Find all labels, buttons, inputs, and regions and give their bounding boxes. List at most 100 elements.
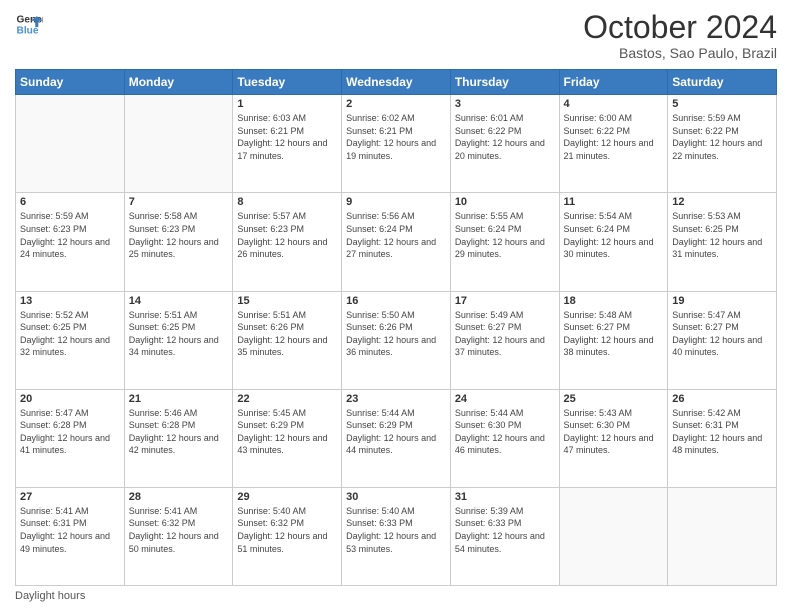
day-info: Sunrise: 6:03 AM Sunset: 6:21 PM Dayligh… (237, 112, 337, 162)
day-number: 3 (455, 98, 555, 110)
day-number: 6 (20, 196, 120, 208)
footer-note: Daylight hours (15, 590, 777, 602)
day-info: Sunrise: 6:02 AM Sunset: 6:21 PM Dayligh… (346, 112, 446, 162)
day-info: Sunrise: 5:50 AM Sunset: 6:26 PM Dayligh… (346, 309, 446, 359)
week-row-1: 1Sunrise: 6:03 AM Sunset: 6:21 PM Daylig… (16, 95, 777, 193)
day-number: 31 (455, 491, 555, 503)
calendar-cell: 15Sunrise: 5:51 AM Sunset: 6:26 PM Dayli… (233, 291, 342, 389)
day-info: Sunrise: 6:01 AM Sunset: 6:22 PM Dayligh… (455, 112, 555, 162)
day-info: Sunrise: 5:41 AM Sunset: 6:32 PM Dayligh… (129, 505, 229, 555)
calendar-cell: 21 Sunrise: 5:46 AM Sunset: 6:28 PM Dayli… (124, 389, 233, 487)
calendar-cell: 24Sunrise: 5:44 AM Sunset: 6:30 PM Dayli… (450, 389, 559, 487)
day-number: 14 (129, 295, 229, 307)
calendar-cell: 6 Sunrise: 5:59 AM Sunset: 6:23 PM Daylig… (16, 193, 125, 291)
day-info: Sunrise: 5:42 AM Sunset: 6:31 PM Dayligh… (672, 407, 772, 457)
calendar-cell: 31 Sunrise: 5:39 AM Sunset: 6:33 PM Dayli… (450, 487, 559, 585)
calendar-cell: 1Sunrise: 6:03 AM Sunset: 6:21 PM Daylig… (233, 95, 342, 193)
day-info: Sunrise: 5:47 AM Sunset: 6:28 PM Dayligh… (20, 407, 120, 457)
day-info: Sunrise: 5:45 AM Sunset: 6:29 PM Dayligh… (237, 407, 337, 457)
day-number: 4 (564, 98, 664, 110)
page: General Blue October 2024 Bastos, Sao Pa… (0, 0, 792, 612)
day-number: 23 (346, 393, 446, 405)
day-info: Sunrise: 6:00 AM Sunset: 6:22 PM Dayligh… (564, 112, 664, 162)
calendar-cell (124, 95, 233, 193)
week-row-5: 27Sunrise: 5:41 AM Sunset: 6:31 PM Dayli… (16, 487, 777, 585)
calendar-table: Sunday Monday Tuesday Wednesday Thursday… (15, 69, 777, 586)
header-saturday: Saturday (668, 70, 777, 95)
day-info: Sunrise: 5:40 AM Sunset: 6:32 PM Dayligh… (237, 505, 337, 555)
calendar-cell: 14 Sunrise: 5:51 AM Sunset: 6:25 PM Dayli… (124, 291, 233, 389)
day-info: Sunrise: 5:41 AM Sunset: 6:31 PM Dayligh… (20, 505, 120, 555)
day-info: Sunrise: 5:52 AM Sunset: 6:25 PM Dayligh… (20, 309, 120, 359)
day-number: 12 (672, 196, 772, 208)
calendar-cell: 30 Sunrise: 5:40 AM Sunset: 6:33 PM Dayli… (342, 487, 451, 585)
header-wednesday: Wednesday (342, 70, 451, 95)
day-info: Sunrise: 5:51 AM Sunset: 6:25 PM Dayligh… (129, 309, 229, 359)
calendar-cell: 17Sunrise: 5:49 AM Sunset: 6:27 PM Dayli… (450, 291, 559, 389)
calendar-cell: 13Sunrise: 5:52 AM Sunset: 6:25 PM Dayli… (16, 291, 125, 389)
day-info: Sunrise: 5:48 AM Sunset: 6:27 PM Dayligh… (564, 309, 664, 359)
calendar-cell: 12Sunrise: 5:53 AM Sunset: 6:25 PM Dayli… (668, 193, 777, 291)
calendar-cell (559, 487, 668, 585)
location: Bastos, Sao Paulo, Brazil (583, 45, 777, 61)
calendar-cell: 8 Sunrise: 5:57 AM Sunset: 6:23 PM Daylig… (233, 193, 342, 291)
logo: General Blue (15, 10, 43, 38)
calendar-cell: 7 Sunrise: 5:58 AM Sunset: 6:23 PM Daylig… (124, 193, 233, 291)
day-info: Sunrise: 5:59 AM Sunset: 6:23 PM Dayligh… (20, 210, 120, 260)
day-number: 28 (129, 491, 229, 503)
calendar-cell: 5 Sunrise: 5:59 AM Sunset: 6:22 PM Daylig… (668, 95, 777, 193)
day-info: Sunrise: 5:44 AM Sunset: 6:29 PM Dayligh… (346, 407, 446, 457)
week-row-2: 6 Sunrise: 5:59 AM Sunset: 6:23 PM Daylig… (16, 193, 777, 291)
day-number: 24 (455, 393, 555, 405)
day-number: 19 (672, 295, 772, 307)
header-tuesday: Tuesday (233, 70, 342, 95)
day-number: 17 (455, 295, 555, 307)
day-info: Sunrise: 5:46 AM Sunset: 6:28 PM Dayligh… (129, 407, 229, 457)
day-info: Sunrise: 5:57 AM Sunset: 6:23 PM Dayligh… (237, 210, 337, 260)
day-number: 7 (129, 196, 229, 208)
calendar-cell: 19 Sunrise: 5:47 AM Sunset: 6:27 PM Dayli… (668, 291, 777, 389)
day-info: Sunrise: 5:40 AM Sunset: 6:33 PM Dayligh… (346, 505, 446, 555)
day-number: 5 (672, 98, 772, 110)
day-number: 29 (237, 491, 337, 503)
day-info: Sunrise: 5:59 AM Sunset: 6:22 PM Dayligh… (672, 112, 772, 162)
calendar-cell: 9 Sunrise: 5:56 AM Sunset: 6:24 PM Daylig… (342, 193, 451, 291)
day-number: 11 (564, 196, 664, 208)
day-number: 2 (346, 98, 446, 110)
calendar-cell: 28 Sunrise: 5:41 AM Sunset: 6:32 PM Dayli… (124, 487, 233, 585)
calendar-cell: 27Sunrise: 5:41 AM Sunset: 6:31 PM Dayli… (16, 487, 125, 585)
day-info: Sunrise: 5:56 AM Sunset: 6:24 PM Dayligh… (346, 210, 446, 260)
header-sunday: Sunday (16, 70, 125, 95)
calendar-cell (16, 95, 125, 193)
logo-icon: General Blue (15, 10, 43, 38)
day-number: 15 (237, 295, 337, 307)
day-number: 25 (564, 393, 664, 405)
calendar-cell: 11 Sunrise: 5:54 AM Sunset: 6:24 PM Dayli… (559, 193, 668, 291)
day-number: 9 (346, 196, 446, 208)
day-number: 30 (346, 491, 446, 503)
day-info: Sunrise: 5:47 AM Sunset: 6:27 PM Dayligh… (672, 309, 772, 359)
day-number: 21 (129, 393, 229, 405)
day-info: Sunrise: 5:58 AM Sunset: 6:23 PM Dayligh… (129, 210, 229, 260)
calendar-cell: 10Sunrise: 5:55 AM Sunset: 6:24 PM Dayli… (450, 193, 559, 291)
title-block: October 2024 Bastos, Sao Paulo, Brazil (583, 10, 777, 61)
calendar-cell: 2 Sunrise: 6:02 AM Sunset: 6:21 PM Daylig… (342, 95, 451, 193)
calendar-cell: 26Sunrise: 5:42 AM Sunset: 6:31 PM Dayli… (668, 389, 777, 487)
header: General Blue October 2024 Bastos, Sao Pa… (15, 10, 777, 61)
calendar-cell (668, 487, 777, 585)
calendar-cell: 25 Sunrise: 5:43 AM Sunset: 6:30 PM Dayli… (559, 389, 668, 487)
calendar-cell: 22 Sunrise: 5:45 AM Sunset: 6:29 PM Dayli… (233, 389, 342, 487)
day-number: 22 (237, 393, 337, 405)
calendar-cell: 23 Sunrise: 5:44 AM Sunset: 6:29 PM Dayli… (342, 389, 451, 487)
day-info: Sunrise: 5:39 AM Sunset: 6:33 PM Dayligh… (455, 505, 555, 555)
header-thursday: Thursday (450, 70, 559, 95)
day-info: Sunrise: 5:43 AM Sunset: 6:30 PM Dayligh… (564, 407, 664, 457)
calendar-cell: 3 Sunrise: 6:01 AM Sunset: 6:22 PM Daylig… (450, 95, 559, 193)
day-number: 18 (564, 295, 664, 307)
header-friday: Friday (559, 70, 668, 95)
month-title: October 2024 (583, 10, 777, 45)
day-info: Sunrise: 5:54 AM Sunset: 6:24 PM Dayligh… (564, 210, 664, 260)
calendar-header-row: Sunday Monday Tuesday Wednesday Thursday… (16, 70, 777, 95)
day-number: 16 (346, 295, 446, 307)
day-number: 8 (237, 196, 337, 208)
